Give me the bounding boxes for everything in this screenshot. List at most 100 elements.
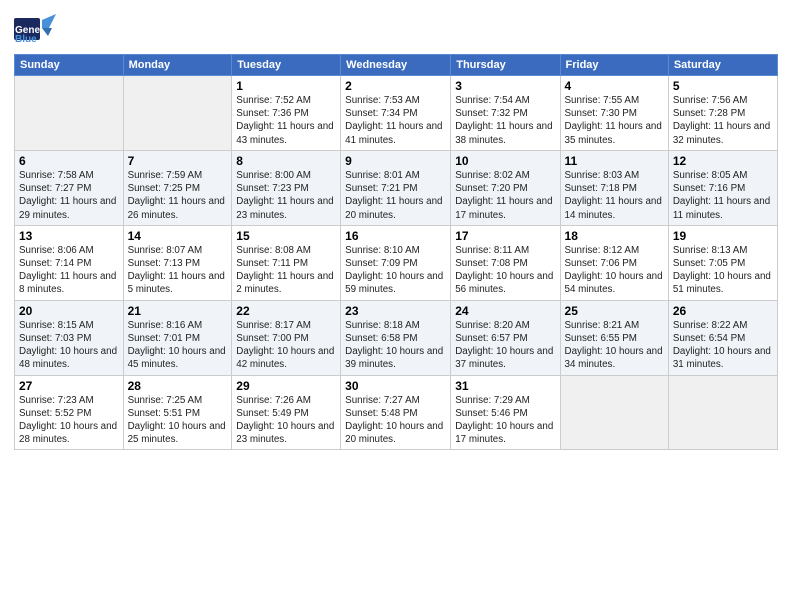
day-number: 26 — [673, 304, 773, 318]
calendar-cell: 12Sunrise: 8:05 AMSunset: 7:16 PMDayligh… — [668, 150, 777, 225]
calendar-cell: 4Sunrise: 7:55 AMSunset: 7:30 PMDaylight… — [560, 76, 668, 151]
day-number: 16 — [345, 229, 446, 243]
calendar-table: SundayMondayTuesdayWednesdayThursdayFrid… — [14, 54, 778, 450]
day-number: 11 — [565, 154, 664, 168]
day-info: Sunrise: 8:03 AMSunset: 7:18 PMDaylight:… — [565, 169, 664, 222]
calendar-cell: 1Sunrise: 7:52 AMSunset: 7:36 PMDaylight… — [232, 76, 341, 151]
calendar-week-2: 6Sunrise: 7:58 AMSunset: 7:27 PMDaylight… — [15, 150, 778, 225]
day-number: 10 — [455, 154, 555, 168]
logo: General Blue — [14, 10, 56, 48]
calendar-cell: 9Sunrise: 8:01 AMSunset: 7:21 PMDaylight… — [341, 150, 451, 225]
day-info: Sunrise: 8:17 AMSunset: 7:00 PMDaylight:… — [236, 319, 336, 372]
calendar-cell: 7Sunrise: 7:59 AMSunset: 7:25 PMDaylight… — [123, 150, 232, 225]
day-info: Sunrise: 7:26 AMSunset: 5:49 PMDaylight:… — [236, 394, 336, 447]
calendar-cell: 20Sunrise: 8:15 AMSunset: 7:03 PMDayligh… — [15, 300, 124, 375]
day-info: Sunrise: 8:12 AMSunset: 7:06 PMDaylight:… — [565, 244, 664, 297]
day-info: Sunrise: 8:08 AMSunset: 7:11 PMDaylight:… — [236, 244, 336, 297]
day-number: 21 — [128, 304, 228, 318]
calendar-week-3: 13Sunrise: 8:06 AMSunset: 7:14 PMDayligh… — [15, 225, 778, 300]
calendar-cell: 24Sunrise: 8:20 AMSunset: 6:57 PMDayligh… — [451, 300, 560, 375]
calendar-cell: 25Sunrise: 8:21 AMSunset: 6:55 PMDayligh… — [560, 300, 668, 375]
calendar-cell: 22Sunrise: 8:17 AMSunset: 7:00 PMDayligh… — [232, 300, 341, 375]
day-number: 29 — [236, 379, 336, 393]
day-number: 14 — [128, 229, 228, 243]
calendar-cell: 16Sunrise: 8:10 AMSunset: 7:09 PMDayligh… — [341, 225, 451, 300]
day-info: Sunrise: 7:52 AMSunset: 7:36 PMDaylight:… — [236, 94, 336, 147]
day-info: Sunrise: 7:27 AMSunset: 5:48 PMDaylight:… — [345, 394, 446, 447]
day-number: 20 — [19, 304, 119, 318]
day-info: Sunrise: 8:16 AMSunset: 7:01 PMDaylight:… — [128, 319, 228, 372]
weekday-header-wednesday: Wednesday — [341, 55, 451, 76]
day-info: Sunrise: 8:05 AMSunset: 7:16 PMDaylight:… — [673, 169, 773, 222]
calendar-cell — [668, 375, 777, 450]
day-info: Sunrise: 8:02 AMSunset: 7:20 PMDaylight:… — [455, 169, 555, 222]
day-number: 15 — [236, 229, 336, 243]
calendar-week-1: 1Sunrise: 7:52 AMSunset: 7:36 PMDaylight… — [15, 76, 778, 151]
day-number: 22 — [236, 304, 336, 318]
calendar-header-row: SundayMondayTuesdayWednesdayThursdayFrid… — [15, 55, 778, 76]
day-number: 2 — [345, 79, 446, 93]
calendar-cell: 3Sunrise: 7:54 AMSunset: 7:32 PMDaylight… — [451, 76, 560, 151]
day-number: 17 — [455, 229, 555, 243]
calendar-cell: 2Sunrise: 7:53 AMSunset: 7:34 PMDaylight… — [341, 76, 451, 151]
logo-icon: General Blue — [14, 10, 56, 48]
calendar-cell: 31Sunrise: 7:29 AMSunset: 5:46 PMDayligh… — [451, 375, 560, 450]
day-info: Sunrise: 8:00 AMSunset: 7:23 PMDaylight:… — [236, 169, 336, 222]
day-info: Sunrise: 7:25 AMSunset: 5:51 PMDaylight:… — [128, 394, 228, 447]
day-number: 8 — [236, 154, 336, 168]
day-info: Sunrise: 8:01 AMSunset: 7:21 PMDaylight:… — [345, 169, 446, 222]
calendar-cell: 23Sunrise: 8:18 AMSunset: 6:58 PMDayligh… — [341, 300, 451, 375]
weekday-header-thursday: Thursday — [451, 55, 560, 76]
calendar-cell: 30Sunrise: 7:27 AMSunset: 5:48 PMDayligh… — [341, 375, 451, 450]
day-number: 19 — [673, 229, 773, 243]
day-info: Sunrise: 7:54 AMSunset: 7:32 PMDaylight:… — [455, 94, 555, 147]
day-info: Sunrise: 8:15 AMSunset: 7:03 PMDaylight:… — [19, 319, 119, 372]
day-info: Sunrise: 8:07 AMSunset: 7:13 PMDaylight:… — [128, 244, 228, 297]
calendar-week-5: 27Sunrise: 7:23 AMSunset: 5:52 PMDayligh… — [15, 375, 778, 450]
day-info: Sunrise: 8:18 AMSunset: 6:58 PMDaylight:… — [345, 319, 446, 372]
day-info: Sunrise: 7:55 AMSunset: 7:30 PMDaylight:… — [565, 94, 664, 147]
calendar-cell — [15, 76, 124, 151]
calendar-cell: 19Sunrise: 8:13 AMSunset: 7:05 PMDayligh… — [668, 225, 777, 300]
day-number: 9 — [345, 154, 446, 168]
weekday-header-friday: Friday — [560, 55, 668, 76]
day-info: Sunrise: 8:13 AMSunset: 7:05 PMDaylight:… — [673, 244, 773, 297]
day-info: Sunrise: 7:53 AMSunset: 7:34 PMDaylight:… — [345, 94, 446, 147]
calendar-cell: 26Sunrise: 8:22 AMSunset: 6:54 PMDayligh… — [668, 300, 777, 375]
day-number: 4 — [565, 79, 664, 93]
day-info: Sunrise: 7:59 AMSunset: 7:25 PMDaylight:… — [128, 169, 228, 222]
calendar-cell: 11Sunrise: 8:03 AMSunset: 7:18 PMDayligh… — [560, 150, 668, 225]
calendar-cell — [123, 76, 232, 151]
day-number: 12 — [673, 154, 773, 168]
weekday-header-monday: Monday — [123, 55, 232, 76]
calendar-cell: 15Sunrise: 8:08 AMSunset: 7:11 PMDayligh… — [232, 225, 341, 300]
day-info: Sunrise: 7:23 AMSunset: 5:52 PMDaylight:… — [19, 394, 119, 447]
day-number: 18 — [565, 229, 664, 243]
day-info: Sunrise: 7:29 AMSunset: 5:46 PMDaylight:… — [455, 394, 555, 447]
day-info: Sunrise: 8:22 AMSunset: 6:54 PMDaylight:… — [673, 319, 773, 372]
calendar-cell: 27Sunrise: 7:23 AMSunset: 5:52 PMDayligh… — [15, 375, 124, 450]
calendar-cell: 28Sunrise: 7:25 AMSunset: 5:51 PMDayligh… — [123, 375, 232, 450]
weekday-header-sunday: Sunday — [15, 55, 124, 76]
day-info: Sunrise: 8:06 AMSunset: 7:14 PMDaylight:… — [19, 244, 119, 297]
day-number: 13 — [19, 229, 119, 243]
day-number: 7 — [128, 154, 228, 168]
calendar-cell: 6Sunrise: 7:58 AMSunset: 7:27 PMDaylight… — [15, 150, 124, 225]
day-info: Sunrise: 8:11 AMSunset: 7:08 PMDaylight:… — [455, 244, 555, 297]
day-number: 27 — [19, 379, 119, 393]
weekday-header-tuesday: Tuesday — [232, 55, 341, 76]
day-number: 24 — [455, 304, 555, 318]
day-number: 28 — [128, 379, 228, 393]
calendar-cell: 21Sunrise: 8:16 AMSunset: 7:01 PMDayligh… — [123, 300, 232, 375]
weekday-header-saturday: Saturday — [668, 55, 777, 76]
calendar-cell: 13Sunrise: 8:06 AMSunset: 7:14 PMDayligh… — [15, 225, 124, 300]
day-number: 6 — [19, 154, 119, 168]
day-number: 25 — [565, 304, 664, 318]
day-number: 31 — [455, 379, 555, 393]
day-number: 23 — [345, 304, 446, 318]
calendar-cell: 8Sunrise: 8:00 AMSunset: 7:23 PMDaylight… — [232, 150, 341, 225]
calendar-cell — [560, 375, 668, 450]
day-info: Sunrise: 7:58 AMSunset: 7:27 PMDaylight:… — [19, 169, 119, 222]
day-number: 3 — [455, 79, 555, 93]
day-info: Sunrise: 8:10 AMSunset: 7:09 PMDaylight:… — [345, 244, 446, 297]
